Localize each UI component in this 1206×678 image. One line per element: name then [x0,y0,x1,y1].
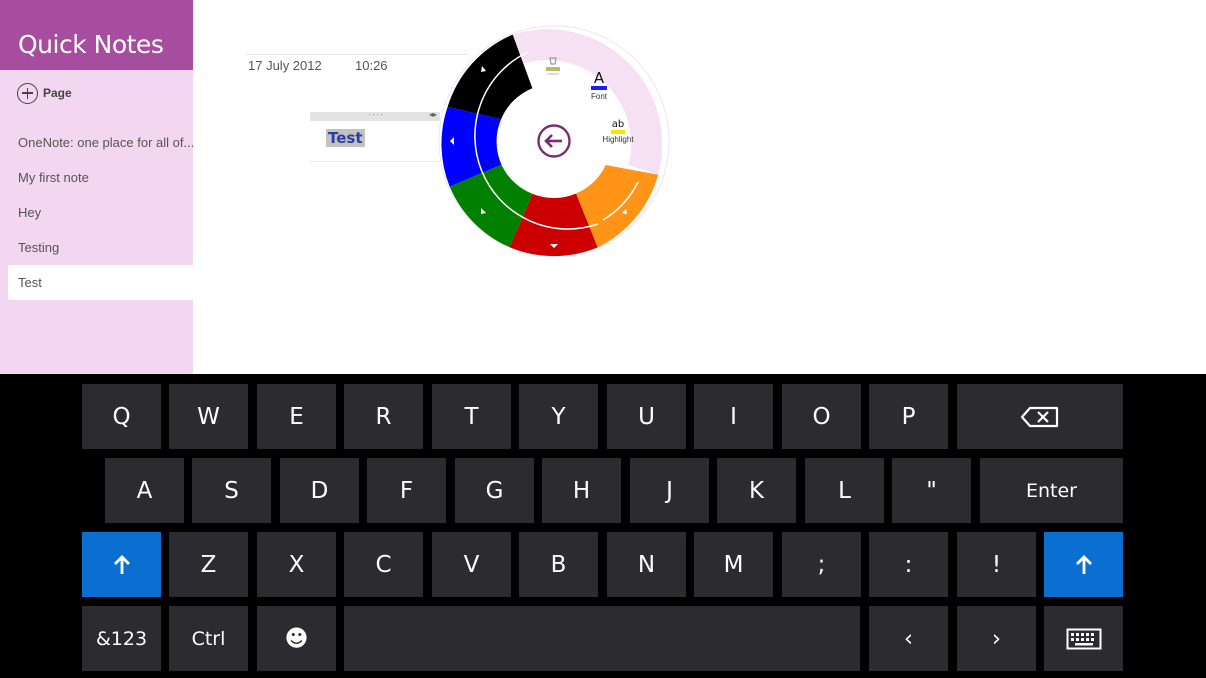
key-h[interactable]: H [542,458,621,523]
key-f[interactable]: F [367,458,446,523]
note-time: 10:26 [355,58,388,73]
note-selected-text[interactable]: Test [326,129,365,147]
shift-right-key[interactable] [1044,532,1123,597]
key-quote[interactable]: " [892,458,971,523]
note-container-handle[interactable]: ···· ◂▸ [310,109,440,121]
highlight-button[interactable]: ab Highlight [596,119,640,145]
page-item-hey[interactable]: Hey [8,195,193,230]
font-label: Font [590,92,607,101]
plus-circle-icon [17,82,38,104]
sidebar: Quick Notes Page OneNote: one place for … [0,0,193,374]
shift-up-arrow-icon [113,554,130,574]
key-z[interactable]: Z [169,532,248,597]
key-v[interactable]: V [432,532,511,597]
date-divider [246,54,468,55]
key-p[interactable]: P [869,384,948,449]
key-s[interactable]: S [192,458,271,523]
page-item-testing[interactable]: Testing [8,230,193,265]
key-d[interactable]: D [280,458,359,523]
key-q[interactable]: Q [82,384,161,449]
key-j[interactable]: J [630,458,709,523]
note-container-border [310,161,440,162]
drag-dots: ···· [368,109,384,119]
key-b[interactable]: B [519,532,598,597]
key-exclamation[interactable]: ! [957,532,1036,597]
key-g[interactable]: G [455,458,534,523]
format-painter-icon [546,57,560,75]
key-r[interactable]: R [344,384,423,449]
key-t[interactable]: T [432,384,511,449]
key-w[interactable]: W [169,384,248,449]
add-page-label: Page [43,86,72,100]
key-c[interactable]: C [344,532,423,597]
key-o[interactable]: O [782,384,861,449]
arrow-right-key[interactable]: › [957,606,1036,671]
chevron-right-icon: › [991,625,1002,652]
resize-arrows-icon[interactable]: ◂▸ [429,110,437,119]
backspace-icon [1020,406,1059,427]
chevron-left-icon: ‹ [903,625,914,652]
shift-up-arrow-icon [1075,554,1092,574]
font-glyph: A [593,69,605,87]
highlight-label: Highlight [602,135,634,144]
key-i[interactable]: I [694,384,773,449]
key-colon[interactable]: : [869,532,948,597]
key-e[interactable]: E [257,384,336,449]
emoji-key[interactable]: ☻ [257,606,336,671]
keyboard-switch-key[interactable] [1044,606,1123,671]
keyboard-icon [1066,628,1101,649]
ctrl-key[interactable]: Ctrl [169,606,248,671]
page-item-test[interactable]: Test [8,265,193,300]
key-y[interactable]: Y [519,384,598,449]
symbols-key[interactable]: &123 [82,606,161,671]
page-item-my-first-note[interactable]: My first note [8,160,193,195]
emoji-smiley-icon: ☻ [284,625,309,652]
sidebar-header: Quick Notes [0,0,193,70]
key-a[interactable]: A [105,458,184,523]
key-x[interactable]: X [257,532,336,597]
page-item-onenote[interactable]: OneNote: one place for all of... [8,125,193,160]
key-l[interactable]: L [805,458,884,523]
app-title: Quick Notes [18,30,164,59]
format-painter-button[interactable] [541,55,565,81]
touch-keyboard: Q W E R T Y U I O P A S D F G H J K L " … [0,374,1206,678]
note-date: 17 July 2012 [248,58,322,73]
key-m[interactable]: M [694,532,773,597]
shift-left-key[interactable] [82,532,161,597]
key-semicolon[interactable]: ; [782,532,861,597]
arrow-left-key[interactable]: ‹ [869,606,948,671]
highlight-glyph: ab [611,119,625,130]
backspace-key[interactable] [957,384,1123,449]
key-k[interactable]: K [717,458,796,523]
key-u[interactable]: U [607,384,686,449]
key-n[interactable]: N [607,532,686,597]
spacebar[interactable] [344,606,860,671]
enter-key[interactable]: Enter [980,458,1123,523]
add-page-button[interactable]: Page [17,82,72,104]
font-button[interactable]: A Font [583,71,615,101]
highlight-color-bar [611,130,625,134]
